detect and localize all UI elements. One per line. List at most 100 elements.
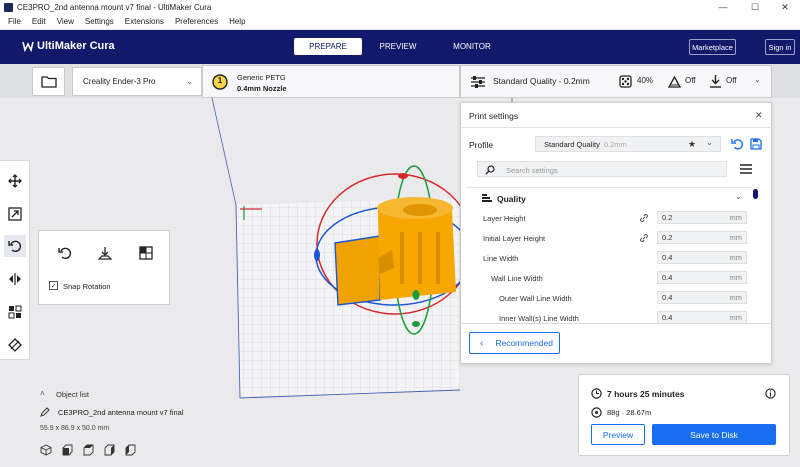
link-icon[interactable] bbox=[639, 213, 649, 223]
reset-profile-icon[interactable] bbox=[731, 138, 743, 150]
view-front-icon[interactable] bbox=[61, 444, 73, 456]
tab-monitor[interactable]: MONITOR bbox=[440, 38, 504, 55]
chevron-left-icon: ‹ bbox=[480, 337, 484, 349]
adhesion-icon bbox=[710, 75, 721, 88]
quality-section-title[interactable]: Quality bbox=[497, 194, 526, 204]
scale-tool[interactable] bbox=[4, 203, 26, 225]
rotate-tool[interactable] bbox=[4, 235, 26, 257]
profile-value: Standard Quality bbox=[544, 139, 600, 149]
maximize-button[interactable]: ☐ bbox=[738, 0, 772, 14]
settings-scrollbar[interactable] bbox=[753, 189, 758, 199]
star-icon[interactable]: ★ bbox=[688, 139, 696, 150]
sign-in-button[interactable]: Sign in bbox=[765, 39, 795, 55]
search-placeholder: Search settings bbox=[506, 166, 558, 175]
layer-height-field[interactable]: 0.2 mm bbox=[657, 211, 747, 224]
save-profile-icon[interactable] bbox=[750, 138, 762, 150]
tool-column bbox=[0, 160, 30, 360]
ultimaker-logo-icon bbox=[22, 41, 34, 52]
tab-preview[interactable]: PREVIEW bbox=[368, 38, 428, 55]
chevron-down-icon[interactable]: ⌄ bbox=[735, 192, 742, 201]
setting-label: Outer Wall Line Width bbox=[499, 293, 572, 303]
close-icon[interactable]: ✕ bbox=[755, 110, 763, 121]
wall-line-width-field[interactable]: 0.4 mm bbox=[657, 271, 747, 284]
material-spool-icon bbox=[591, 407, 602, 418]
settings-menu-icon[interactable] bbox=[739, 163, 753, 175]
menu-bar: File Edit View Settings Extensions Prefe… bbox=[0, 14, 800, 30]
outer-wall-line-width-field[interactable]: 0.4 mm bbox=[657, 291, 747, 304]
move-tool[interactable] bbox=[4, 170, 26, 192]
chevron-down-icon: ⌄ bbox=[754, 75, 761, 84]
menu-extensions[interactable]: Extensions bbox=[125, 17, 164, 26]
print-settings-panel: Print settings ✕ Profile Standard Qualit… bbox=[460, 102, 773, 364]
minimize-button[interactable]: — bbox=[706, 0, 740, 14]
menu-view[interactable]: View bbox=[57, 17, 74, 26]
menu-edit[interactable]: Edit bbox=[32, 17, 46, 26]
field-value: 0.2 bbox=[662, 233, 673, 242]
infill-value: 40% bbox=[637, 76, 654, 85]
tab-prepare[interactable]: PREPARE bbox=[294, 38, 362, 55]
menu-file[interactable]: File bbox=[8, 17, 21, 26]
search-icon bbox=[485, 165, 495, 175]
select-face-icon[interactable] bbox=[139, 246, 153, 260]
setting-label: Line Width bbox=[483, 253, 519, 263]
support-blocker-icon bbox=[8, 338, 22, 352]
support-value: Off bbox=[685, 76, 696, 85]
line-width-field[interactable]: 0.4 mm bbox=[657, 251, 747, 264]
save-to-disk-button[interactable]: Save to Disk bbox=[652, 424, 776, 445]
support-icon bbox=[667, 75, 682, 88]
view-left-icon[interactable] bbox=[103, 444, 115, 456]
setting-row-layer-height: Layer Height bbox=[483, 211, 526, 225]
rotate-tool-panel: ✓ Snap Rotation bbox=[38, 230, 170, 305]
open-file-button[interactable] bbox=[32, 67, 65, 96]
per-model-settings-icon bbox=[8, 305, 22, 319]
print-setup-selector[interactable]: Standard Quality - 0.2mm 40% Off Off ⌄ bbox=[460, 65, 772, 98]
lay-flat-icon[interactable] bbox=[98, 246, 112, 260]
object-dimensions: 55.9 x 86.9 x 50.0 mm bbox=[40, 425, 110, 432]
recommended-label: Recommended bbox=[495, 338, 553, 348]
per-model-settings-tool[interactable] bbox=[4, 301, 26, 323]
field-unit: mm bbox=[729, 213, 743, 222]
info-icon[interactable] bbox=[765, 388, 776, 399]
material-selector[interactable]: 1 Generic PETG 0.4mm Nozzle bbox=[202, 65, 460, 98]
link-icon[interactable] bbox=[639, 233, 649, 243]
app-logo: UltiMaker Cura bbox=[22, 40, 115, 52]
setting-label: Layer Height bbox=[483, 213, 526, 223]
view-top-icon[interactable] bbox=[82, 444, 94, 456]
field-unit: mm bbox=[729, 233, 743, 242]
marketplace-button[interactable]: Marketplace bbox=[689, 39, 736, 55]
reset-rotation-icon[interactable] bbox=[58, 246, 72, 260]
material-name: Generic PETG bbox=[237, 73, 286, 82]
mirror-tool[interactable] bbox=[4, 268, 26, 290]
support-blocker-tool[interactable] bbox=[4, 334, 26, 356]
folder-icon bbox=[40, 76, 57, 88]
printer-selector[interactable]: Creality Ender-3 Pro ⌄ bbox=[72, 67, 202, 96]
logo-text: UltiMaker Cura bbox=[37, 40, 115, 52]
field-value: 0.4 bbox=[662, 313, 673, 322]
move-icon bbox=[8, 174, 22, 188]
menu-help[interactable]: Help bbox=[229, 17, 245, 26]
quality-profile: Standard Quality - 0.2mm bbox=[493, 76, 590, 86]
profile-dropdown[interactable]: Standard Quality 0.2mm ★ ⌄ bbox=[535, 136, 721, 152]
field-value: 0.4 bbox=[662, 273, 673, 282]
view-3d-icon[interactable] bbox=[40, 444, 52, 456]
snap-rotation-checkbox[interactable]: ✓ bbox=[49, 281, 58, 290]
app-icon bbox=[4, 2, 13, 12]
recommended-button[interactable]: ‹ Recommended bbox=[469, 332, 560, 354]
infill-icon bbox=[619, 75, 632, 88]
field-value: 0.2 bbox=[662, 213, 673, 222]
view-right-icon[interactable] bbox=[124, 444, 136, 456]
close-window-button[interactable]: ✕ bbox=[768, 0, 800, 14]
window-title: CE3PRO_2nd antenna mount v7 final - Ulti… bbox=[17, 2, 212, 12]
initial-layer-height-field[interactable]: 0.2 mm bbox=[657, 231, 747, 244]
menu-preferences[interactable]: Preferences bbox=[175, 17, 218, 26]
profile-suffix: 0.2mm bbox=[603, 139, 627, 149]
search-settings-input[interactable]: Search settings bbox=[477, 161, 727, 177]
object-list-header[interactable]: Object list bbox=[56, 390, 89, 399]
preview-button[interactable]: Preview bbox=[591, 424, 645, 445]
menu-settings[interactable]: Settings bbox=[85, 17, 114, 26]
rotate-icon bbox=[8, 240, 22, 253]
chevron-up-icon[interactable]: ˄ bbox=[40, 389, 45, 398]
snap-rotation-label: Snap Rotation bbox=[63, 282, 111, 291]
adhesion-value: Off bbox=[726, 76, 737, 85]
edit-pencil-icon[interactable] bbox=[40, 407, 50, 417]
